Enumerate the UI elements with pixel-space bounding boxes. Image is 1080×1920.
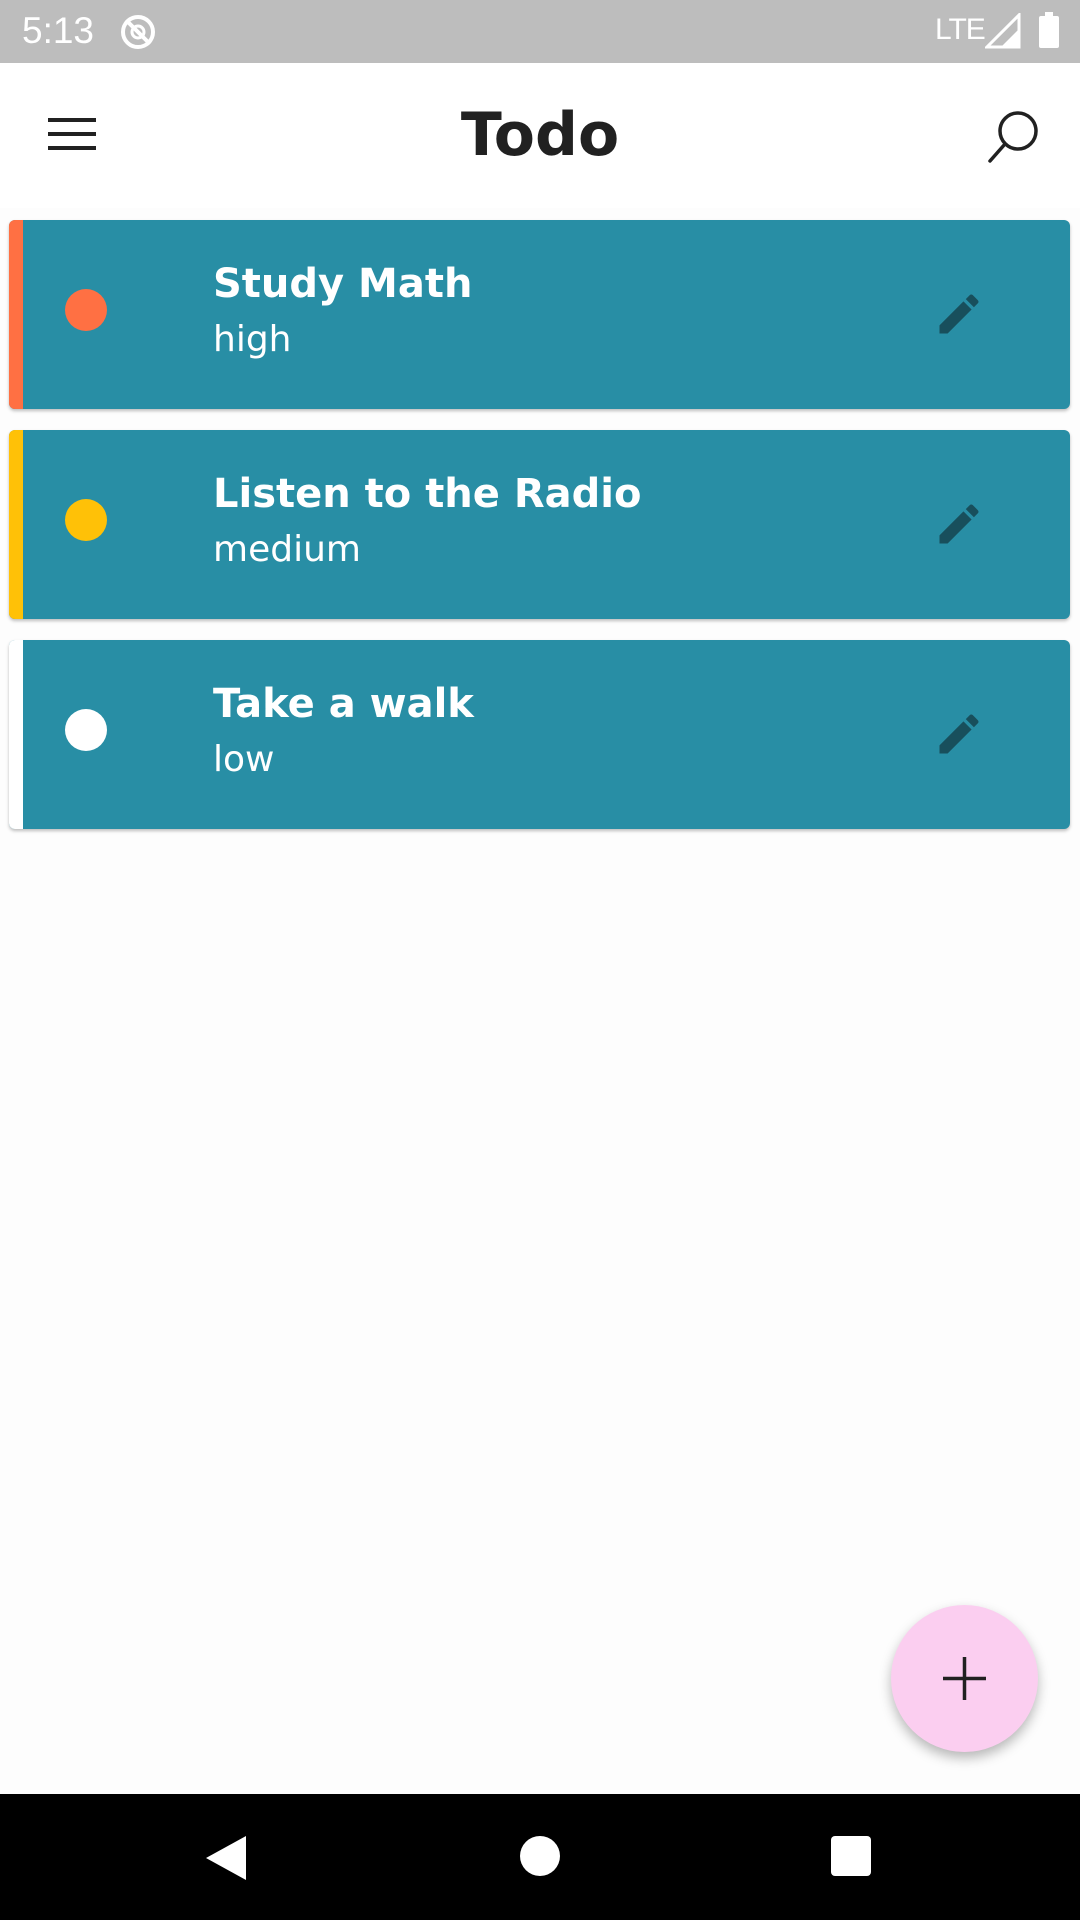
edit-task-button[interactable] [933, 498, 985, 550]
priority-indicator-icon [65, 289, 107, 331]
task-priority: high [213, 319, 292, 360]
task-priority: medium [213, 529, 361, 570]
priority-strip [9, 640, 23, 829]
add-task-button[interactable] [891, 1605, 1038, 1752]
edit-task-button[interactable] [933, 288, 985, 340]
app-bar: Todo [0, 63, 1080, 208]
edit-task-button[interactable] [933, 708, 985, 760]
task-title: Study Math [213, 261, 473, 307]
search-button[interactable] [984, 107, 1044, 167]
task-title: Take a walk [213, 681, 474, 727]
edit-pencil-icon [939, 504, 979, 544]
task-list: Study Math high Listen to the Radio medi… [9, 220, 1070, 850]
task-title: Listen to the Radio [213, 471, 642, 517]
back-icon [206, 1836, 246, 1880]
sync-disabled-icon [118, 12, 158, 52]
task-card[interactable]: Take a walk low [9, 640, 1070, 829]
recents-icon[interactable] [831, 1836, 871, 1876]
edit-pencil-icon [939, 294, 979, 334]
priority-indicator-icon [65, 499, 107, 541]
back-button[interactable] [204, 1834, 248, 1882]
priority-indicator-icon [65, 709, 107, 751]
status-time: 5:13 [22, 10, 95, 51]
search-icon [988, 111, 1038, 163]
task-priority: low [213, 739, 275, 780]
home-icon[interactable] [520, 1836, 560, 1876]
task-card[interactable]: Study Math high [9, 220, 1070, 409]
status-bar: 5:13 LTE [0, 0, 1080, 63]
network-type-label: LTE [935, 13, 986, 46]
priority-strip [9, 220, 23, 409]
task-card[interactable]: Listen to the Radio medium [9, 430, 1070, 619]
priority-strip [9, 430, 23, 619]
signal-icon [983, 11, 1021, 49]
page-title: Todo [460, 100, 620, 170]
battery-icon [1038, 12, 1060, 48]
plus-icon [943, 1657, 986, 1700]
system-nav-bar [0, 1794, 1080, 1920]
edit-pencil-icon [939, 714, 979, 754]
